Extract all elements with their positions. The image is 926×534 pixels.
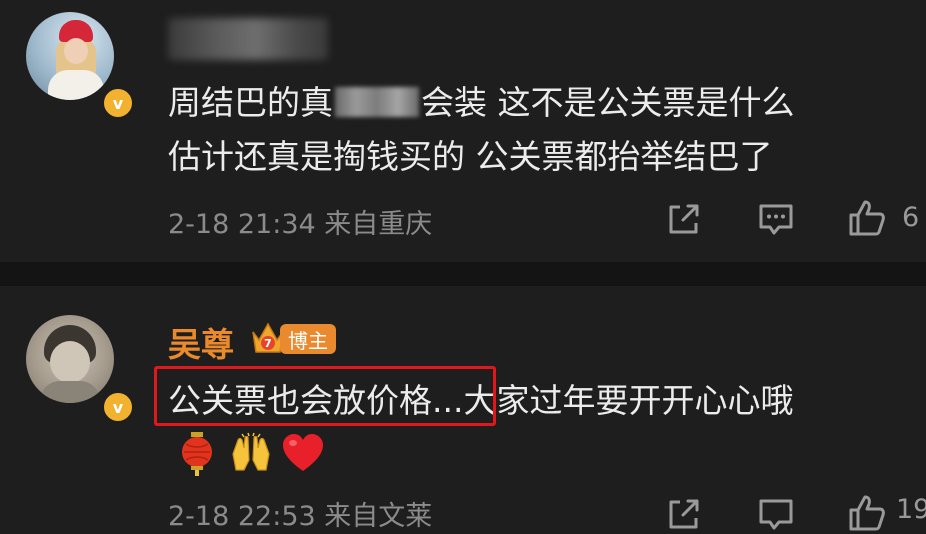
like-icon[interactable]: [846, 197, 888, 239]
avatar-face: [64, 38, 88, 64]
avatar-face: [50, 341, 90, 383]
share-icon[interactable]: [664, 494, 704, 534]
comment-icon[interactable]: [756, 199, 796, 239]
comment-meta: 2-18 21:34 来自重庆: [168, 202, 432, 241]
comment-divider: [0, 262, 926, 286]
comment-location: 来自重庆: [324, 209, 433, 240]
comment-text-part-b: 会装 这不是公关票是什么: [421, 83, 795, 122]
comment-timestamp: 2-18 21:34: [168, 209, 316, 240]
share-icon[interactable]: [664, 199, 704, 239]
censored-text-mosaic: [335, 87, 419, 117]
author-avatar[interactable]: [26, 315, 114, 403]
lantern-emoji-icon: [182, 432, 212, 476]
comment-meta: 2-18 22:53 来自文莱: [168, 494, 432, 533]
author-badge: 博主: [280, 324, 336, 354]
verified-badge-icon: v: [101, 86, 135, 120]
author-username[interactable]: 吴尊: [168, 318, 234, 366]
comment-timestamp: 2-18 22:53: [168, 501, 316, 532]
red-highlight-box: [154, 366, 496, 426]
user-avatar[interactable]: [26, 12, 114, 100]
like-icon[interactable]: [846, 492, 888, 534]
comment-text-part-a: 周结巴的真: [168, 83, 333, 122]
comment-text-line-1: 周结巴的真 会装 这不是公关票是什么: [168, 76, 795, 124]
avatar-coat: [48, 70, 104, 100]
comment-text-line-2: 估计还真是掏钱买的 公关票都抬举结巴了: [168, 137, 773, 176]
verified-badge-icon: v: [101, 390, 135, 424]
blurred-username[interactable]: [168, 18, 328, 60]
like-count: 6: [902, 202, 920, 233]
comment-icon[interactable]: [756, 494, 796, 534]
crown-level-number: 7: [264, 337, 272, 350]
like-count: 19: [896, 494, 926, 525]
raised-hands-emoji-icon: [232, 432, 270, 471]
comment-location: 来自文莱: [324, 501, 433, 532]
red-heart-emoji-icon: [283, 434, 323, 471]
avatar-body: [40, 381, 100, 403]
